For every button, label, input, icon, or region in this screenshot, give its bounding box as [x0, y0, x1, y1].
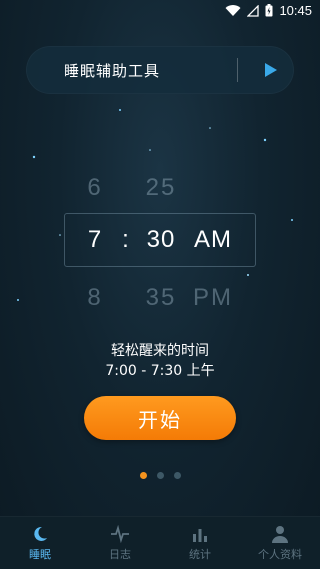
tool-bar-divider [237, 58, 238, 82]
play-icon[interactable] [260, 60, 280, 80]
period-selected[interactable]: AM [183, 226, 243, 254]
status-bar: 10:45 [0, 0, 320, 24]
period-below[interactable]: PM [183, 284, 243, 312]
hour-selected[interactable]: 7 [77, 226, 113, 254]
sleep-aid-title: 睡眠辅助工具 [64, 62, 161, 80]
nav-item-sleep[interactable]: 睡眠 [0, 517, 80, 569]
nav-label-stats: 统计 [189, 547, 211, 561]
page-dot-2[interactable] [156, 472, 164, 479]
minute-above[interactable]: 25 [139, 174, 183, 202]
nav-item-log[interactable]: 日志 [80, 517, 160, 569]
wifi-icon [225, 4, 241, 16]
pulse-icon [111, 524, 129, 543]
time-separator: : [122, 226, 130, 253]
page-dot-3[interactable] [173, 472, 181, 479]
page-indicator [0, 472, 320, 479]
nav-label-log: 日志 [109, 547, 131, 561]
picker-row-below[interactable]: 8 35 PM [0, 284, 320, 312]
signal-icon [247, 4, 260, 17]
moon-icon [34, 526, 47, 541]
nav-item-profile[interactable]: 个人资料 [240, 517, 320, 569]
page-dot-1[interactable] [139, 472, 147, 479]
minute-selected[interactable]: 30 [139, 226, 183, 254]
person-icon [272, 525, 288, 543]
picker-row-selected[interactable]: 7 : 30 AM [0, 226, 320, 254]
bottom-navigation: 睡眠 日志 统计 个人资料 [0, 516, 320, 569]
minute-below[interactable]: 35 [139, 284, 183, 312]
battery-icon [265, 4, 273, 17]
hour-below[interactable]: 8 [77, 284, 113, 312]
sleep-aid-tool-bar[interactable]: 睡眠辅助工具 [26, 46, 294, 94]
nav-label-sleep: 睡眠 [29, 547, 51, 561]
wake-time-label: 轻松醒来的时间 [111, 343, 209, 359]
hour-above[interactable]: 6 [77, 174, 113, 202]
picker-row-above[interactable]: 6 25 [0, 174, 320, 202]
time-picker[interactable]: 6 25 7 : 30 AM 8 35 PM [0, 160, 320, 320]
wake-time-range: 7:00 - 7:30 上午 [105, 363, 215, 379]
nav-item-stats[interactable]: 统计 [160, 517, 240, 569]
status-time: 10:45 [279, 3, 312, 18]
start-button[interactable]: 开始 [84, 396, 236, 440]
chart-icon [193, 528, 207, 542]
nav-label-profile: 个人资料 [258, 547, 302, 561]
